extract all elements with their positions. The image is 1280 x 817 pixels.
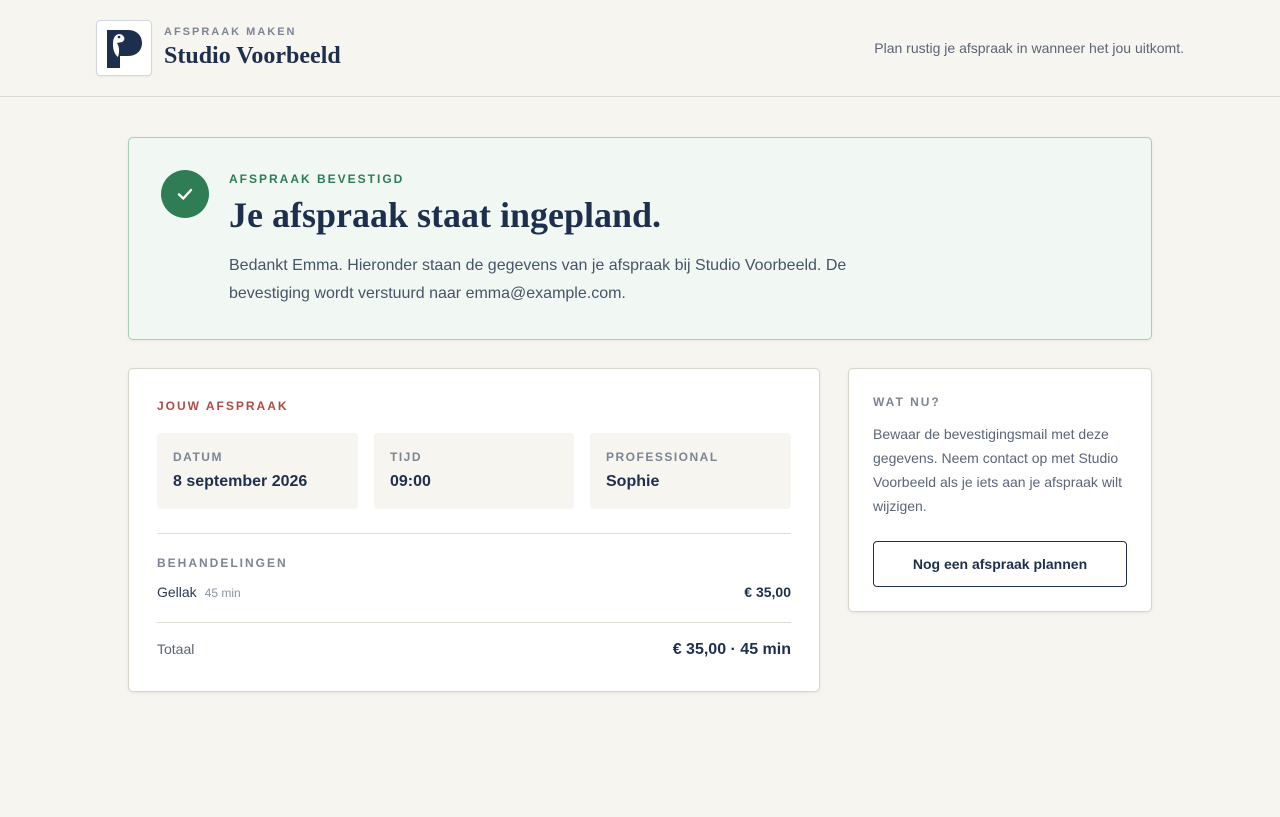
treatment-name: Gellak (157, 584, 197, 600)
date-label: DATUM (173, 450, 223, 464)
confirmation-text: Bedankt Emma. Hieronder staan de gegeven… (229, 257, 847, 302)
treatment-duration: 45 min (204, 586, 241, 600)
studio-logo (96, 20, 152, 76)
next-steps-text: Bewaar de bevestigingsmail met deze gege… (873, 426, 1123, 514)
studio-name: Studio Voorbeeld (164, 43, 341, 69)
time-value: 09:00 (390, 473, 431, 490)
confirmation-eyebrow: AFSPRAAK BEVESTIGD (229, 172, 405, 186)
time-detail: TIJD 09:00 (374, 433, 574, 509)
total-row: Totaal € 35,00 · 45 min (157, 641, 791, 659)
treatment-price: € 35,00 (744, 584, 791, 600)
divider (157, 533, 791, 534)
treatment-row: Gellak 45 min € 35,00 (157, 584, 791, 602)
divider (157, 622, 791, 623)
confirmation-title: Je afspraak staat ingepland. (229, 195, 662, 235)
plan-another-appointment-button[interactable]: Nog een afspraak plannen (873, 541, 1127, 587)
brand[interactable]: AFSPRAAK MAKEN Studio Voorbeeld (96, 20, 341, 76)
header-eyebrow: AFSPRAAK MAKEN (164, 26, 297, 38)
professional-value: Sophie (606, 473, 660, 490)
confirmation-check-badge (161, 170, 209, 218)
professional-detail: PROFESSIONAL Sophie (590, 433, 791, 509)
professional-label: PROFESSIONAL (606, 450, 719, 464)
treatments-eyebrow: BEHANDELINGEN (157, 556, 288, 570)
appointment-card: JOUW AFSPRAAK DATUM 8 september 2026 TIJ… (128, 368, 820, 692)
top-header: AFSPRAAK MAKEN Studio Voorbeeld Plan rus… (0, 0, 1280, 97)
time-label: TIJD (390, 450, 423, 464)
date-detail: DATUM 8 september 2026 (157, 433, 358, 509)
appointment-eyebrow: JOUW AFSPRAAK (157, 399, 289, 413)
total-label: Totaal (157, 641, 195, 657)
checkmark-icon (177, 188, 193, 200)
header-tagline: Plan rustig je afspraak in wanneer het j… (874, 40, 1184, 56)
confirmation-panel: AFSPRAAK BEVESTIGD Je afspraak staat ing… (128, 137, 1152, 340)
next-steps-card: WAT NU? Bewaar de bevestigingsmail met d… (848, 368, 1152, 612)
total-value: € 35,00 · 45 min (672, 641, 791, 658)
next-steps-eyebrow: WAT NU? (873, 395, 941, 409)
pelican-p-logo-icon (107, 30, 142, 68)
date-value: 8 september 2026 (173, 473, 308, 490)
